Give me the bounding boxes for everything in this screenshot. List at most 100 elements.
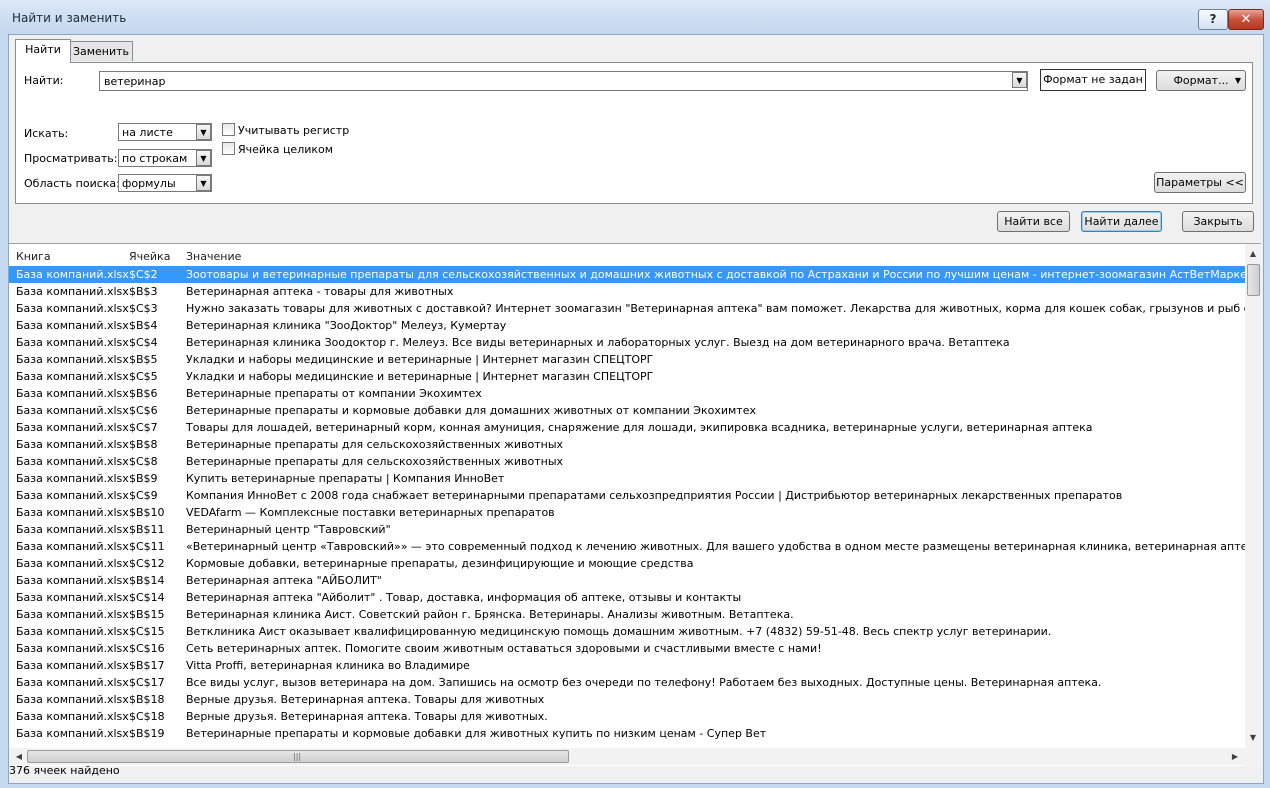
table-row[interactable]: База компаний.xlsx $C$2 Зоотовары и ветери… <box>9 266 1245 283</box>
table-row[interactable]: База компаний.xlsx $B$8 Ветеринарные препа… <box>9 436 1245 453</box>
format-button[interactable]: Формат... ▼ <box>1156 70 1246 91</box>
find-all-button[interactable]: Найти все <box>997 211 1070 232</box>
row-cell: $B$14 <box>129 574 165 587</box>
table-row[interactable]: База компаний.xlsx $C$11 «Ветеринарный цен… <box>9 538 1245 555</box>
close-window-button[interactable]: ✕ <box>1228 9 1264 30</box>
help-button[interactable]: ? <box>1198 9 1228 30</box>
match-case-box[interactable] <box>222 123 235 136</box>
row-value: Нужно заказать товары для животных с дос… <box>186 302 1245 315</box>
row-book: База компаний.xlsx <box>16 285 129 298</box>
table-row[interactable]: База компаний.xlsx $B$9 Купить ветеринарны… <box>9 470 1245 487</box>
status-text: 376 ячеек найдено <box>9 764 120 777</box>
row-book: База компаний.xlsx <box>16 608 129 621</box>
row-book: База компаний.xlsx <box>16 353 129 366</box>
within-dropdown-arrow-icon[interactable]: ▼ <box>196 124 211 140</box>
find-next-button[interactable]: Найти далее <box>1081 211 1162 232</box>
row-value: Ветеринарные препараты для сельскохозяйс… <box>186 455 564 468</box>
row-cell: $C$6 <box>129 404 158 417</box>
table-row[interactable]: База компаний.xlsx $C$15 Ветклиника Аист о… <box>9 623 1245 640</box>
table-row[interactable]: База компаний.xlsx $C$4 Ветеринарная клини… <box>9 334 1245 351</box>
within-value: на листе <box>122 126 173 139</box>
row-cell: $B$18 <box>129 693 165 706</box>
table-row[interactable]: База компаний.xlsx $B$19 Ветеринарные преп… <box>9 725 1245 742</box>
lookin-label: Область поиска: <box>24 177 120 190</box>
find-combobox[interactable]: ▼ <box>99 71 1028 91</box>
table-row[interactable]: База компаний.xlsx $C$8 Ветеринарные препа… <box>9 453 1245 470</box>
match-case-label: Учитывать регистр <box>238 124 350 137</box>
table-row[interactable]: База компаний.xlsx $B$10 VEDAfarm — Компле… <box>9 504 1245 521</box>
table-row[interactable]: База компаний.xlsx $B$6 Ветеринарные препа… <box>9 385 1245 402</box>
table-row[interactable]: База компаний.xlsx $B$11 Ветеринарный цент… <box>9 521 1245 538</box>
table-row[interactable]: База компаний.xlsx $B$3 Ветеринарная аптек… <box>9 283 1245 300</box>
search-value: по строкам <box>122 152 188 165</box>
params-button[interactable]: Параметры << <box>1154 172 1246 193</box>
scroll-left-arrow-icon[interactable]: ◀ <box>11 748 27 765</box>
lookin-select[interactable]: формулы ▼ <box>118 174 212 192</box>
row-value: Кормовые добавки, ветеринарные препараты… <box>186 557 694 570</box>
scroll-down-arrow-icon[interactable]: ▼ <box>1245 730 1261 746</box>
find-dropdown-arrow-icon[interactable]: ▼ <box>1012 72 1027 88</box>
header-value[interactable]: Значение <box>186 250 241 263</box>
close-button[interactable]: Закрыть <box>1182 211 1254 232</box>
row-cell: $C$2 <box>129 268 158 281</box>
row-cell: $B$11 <box>129 523 165 536</box>
match-cell-checkbox[interactable]: Ячейка целиком <box>222 142 333 156</box>
horizontal-scrollbar[interactable]: ◀ ||| ▶ <box>9 748 1245 765</box>
search-select[interactable]: по строкам ▼ <box>118 149 212 167</box>
table-row[interactable]: База компаний.xlsx $B$17 Vitta Proffi, вет… <box>9 657 1245 674</box>
find-input[interactable] <box>100 72 1008 90</box>
row-cell: $C$15 <box>129 625 165 638</box>
row-value: Vitta Proffi, ветеринарная клиника во Вл… <box>186 659 470 672</box>
table-row[interactable]: База компаний.xlsx $C$3 Нужно заказать тов… <box>9 300 1245 317</box>
tab-find[interactable]: Найти <box>15 39 71 63</box>
table-row[interactable]: База компаний.xlsx $C$14 Ветеринарная апте… <box>9 589 1245 606</box>
lookin-dropdown-arrow-icon[interactable]: ▼ <box>196 175 211 191</box>
table-row[interactable]: База компаний.xlsx $C$9 Компания ИнноВет с… <box>9 487 1245 504</box>
table-row[interactable]: База компаний.xlsx $C$5 Укладки и наборы м… <box>9 368 1245 385</box>
row-cell: $B$4 <box>129 319 158 332</box>
row-value: Купить ветеринарные препараты | Компания… <box>186 472 505 485</box>
row-book: База компаний.xlsx <box>16 489 129 502</box>
row-cell: $C$9 <box>129 489 158 502</box>
table-row[interactable]: База компаний.xlsx $B$18 Верные друзья. Ве… <box>9 691 1245 708</box>
row-value: Ветеринарная аптека "Айболит" . Товар, д… <box>186 591 742 604</box>
table-row[interactable]: База компаний.xlsx $C$6 Ветеринарные препа… <box>9 402 1245 419</box>
table-row[interactable]: База компаний.xlsx $C$18 Верные друзья. Ве… <box>9 708 1245 725</box>
table-row[interactable]: База компаний.xlsx $C$7 Товары для лошадей… <box>9 419 1245 436</box>
results-list[interactable]: Книга Ячейка Значение База компаний.xlsx… <box>9 243 1261 766</box>
match-case-checkbox[interactable]: Учитывать регистр <box>222 123 349 137</box>
table-row[interactable]: База компаний.xlsx $C$17 Все виды услуг, в… <box>9 674 1245 691</box>
row-book: База компаний.xlsx <box>16 540 129 553</box>
row-book: База компаний.xlsx <box>16 676 129 689</box>
row-value: Ветклиника Аист оказывает квалифицирован… <box>186 625 1052 638</box>
row-book: База компаний.xlsx <box>16 557 129 570</box>
vertical-scroll-thumb[interactable] <box>1247 264 1260 296</box>
row-book: База компаний.xlsx <box>16 404 129 417</box>
row-book: База компаний.xlsx <box>16 710 129 723</box>
grip-icon: ||| <box>293 752 302 761</box>
table-row[interactable]: База компаний.xlsx $B$4 Ветеринарная клини… <box>9 317 1245 334</box>
find-label: Найти: <box>24 74 64 87</box>
format-preview: Формат не задан <box>1040 69 1146 91</box>
row-book: База компаний.xlsx <box>16 693 129 706</box>
tab-replace[interactable]: Заменить <box>69 41 133 61</box>
row-cell: $C$8 <box>129 455 158 468</box>
vertical-scrollbar[interactable]: ▲ ▼ <box>1245 244 1261 766</box>
table-row[interactable]: База компаний.xlsx $B$14 Ветеринарная апте… <box>9 572 1245 589</box>
row-book: База компаний.xlsx <box>16 336 129 349</box>
row-book: База компаний.xlsx <box>16 455 129 468</box>
table-row[interactable]: База компаний.xlsx $B$5 Укладки и наборы м… <box>9 351 1245 368</box>
within-select[interactable]: на листе ▼ <box>118 123 212 141</box>
horizontal-scroll-thumb[interactable]: ||| <box>27 750 569 763</box>
match-cell-box[interactable] <box>222 142 235 155</box>
scroll-up-arrow-icon[interactable]: ▲ <box>1245 246 1261 262</box>
header-cell[interactable]: Ячейка <box>129 250 170 263</box>
table-row[interactable]: База компаний.xlsx $B$15 Ветеринарная клин… <box>9 606 1245 623</box>
table-row[interactable]: База компаний.xlsx $C$16 Сеть ветеринарных… <box>9 640 1245 657</box>
table-row[interactable]: База компаний.xlsx $C$12 Кормовые добавки,… <box>9 555 1245 572</box>
row-cell: $C$4 <box>129 336 158 349</box>
header-book[interactable]: Книга <box>16 250 51 263</box>
row-cell: $B$5 <box>129 353 158 366</box>
scroll-right-arrow-icon[interactable]: ▶ <box>1227 748 1243 765</box>
search-dropdown-arrow-icon[interactable]: ▼ <box>196 150 211 166</box>
